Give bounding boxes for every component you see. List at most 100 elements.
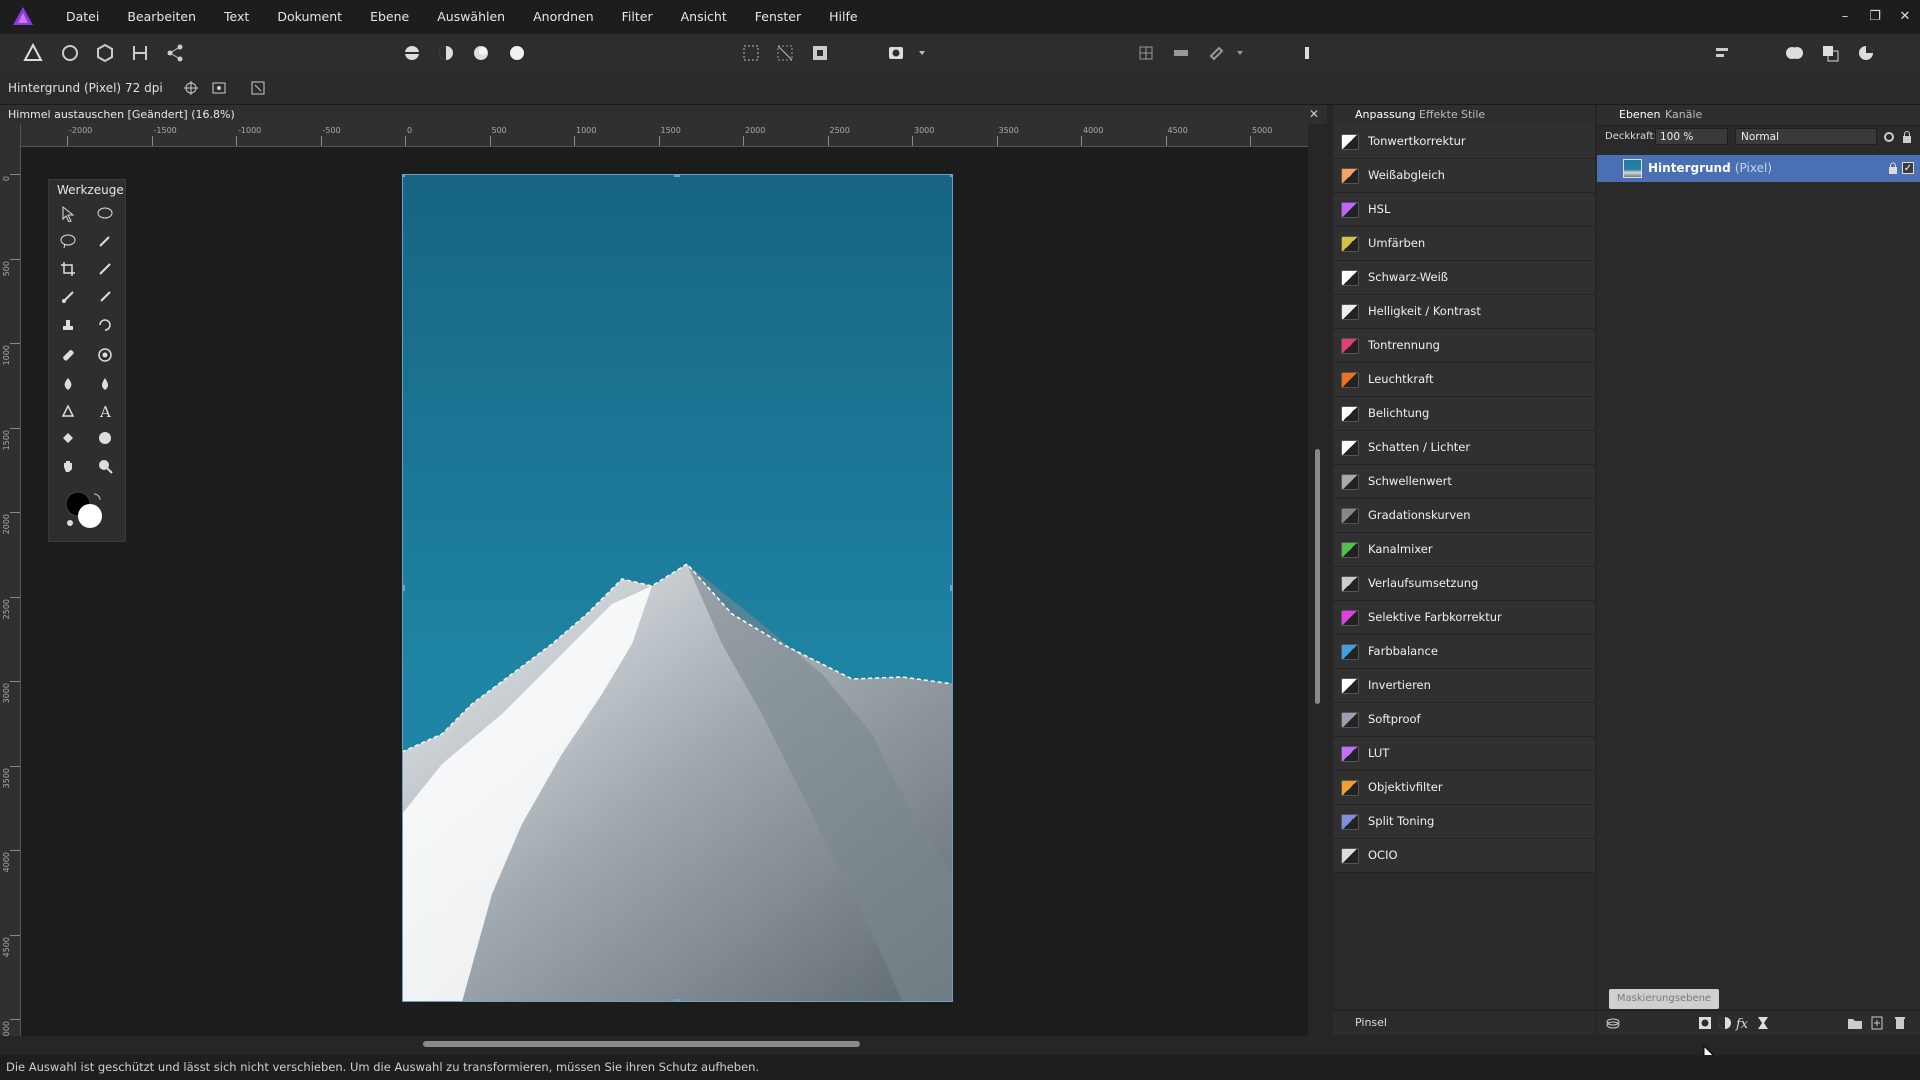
white-balance-icon[interactable] — [505, 42, 529, 64]
adjustment-item[interactable]: Invertieren — [1333, 669, 1595, 703]
adjustment-item[interactable]: Kanalmixer — [1333, 533, 1595, 567]
fill-tool-icon[interactable] — [54, 426, 82, 450]
affinity-photo-logo[interactable] — [12, 6, 34, 28]
menu-fenster[interactable]: Fenster — [741, 0, 815, 34]
blur-tool-icon[interactable] — [91, 372, 119, 396]
boolean-add-icon[interactable] — [1783, 42, 1807, 64]
healing-brush-icon[interactable] — [54, 343, 82, 367]
adjustment-item[interactable]: Farbbalance — [1333, 635, 1595, 669]
document-image[interactable] — [402, 174, 953, 1002]
zoom-tool-icon[interactable] — [91, 454, 119, 478]
delete-layer-icon[interactable] — [1892, 1015, 1908, 1031]
menu-auswählen[interactable]: Auswählen — [423, 0, 519, 34]
menu-filter[interactable]: Filter — [608, 0, 667, 34]
tab-kanaele[interactable]: Kanäle — [1665, 105, 1702, 125]
blend-mode-select[interactable]: Normal — [1735, 128, 1877, 145]
undo-brush-icon[interactable] — [91, 313, 119, 337]
tone-mapping-persona-icon[interactable] — [128, 42, 152, 64]
tab-stile[interactable]: Stile — [1461, 105, 1485, 125]
menu-ebene[interactable]: Ebene — [356, 0, 423, 34]
layer-row-hintergrund[interactable]: Hintergrund (Pixel) ✓ — [1597, 155, 1920, 182]
export-persona-icon[interactable] — [163, 42, 187, 64]
adjustment-item[interactable]: HSL — [1333, 193, 1595, 227]
liquify-persona-icon[interactable] — [58, 42, 82, 64]
vertical-scrollbar[interactable] — [1308, 124, 1327, 1036]
menu-ansicht[interactable]: Ansicht — [667, 0, 741, 34]
brightness-icon[interactable] — [469, 42, 493, 64]
contrast-icon[interactable] — [434, 42, 458, 64]
adjustment-item[interactable]: Gradationskurven — [1333, 499, 1595, 533]
new-layer-icon[interactable] — [1869, 1015, 1885, 1031]
adjustment-item[interactable]: Selektive Farbkorrektur — [1333, 601, 1595, 635]
tab-effekte[interactable]: Effekte — [1419, 105, 1458, 125]
brushes-panel-label[interactable]: Pinsel — [1355, 1011, 1387, 1035]
color-replacement-icon[interactable] — [91, 285, 119, 309]
menu-anordnen[interactable]: Anordnen — [519, 0, 608, 34]
opacity-field[interactable]: 100 % — [1655, 128, 1728, 145]
adjustment-item[interactable]: Schatten / Lichter — [1333, 431, 1595, 465]
tab-anpassung[interactable]: Anpassung — [1355, 105, 1416, 125]
color-swatches-icon[interactable] — [64, 490, 108, 530]
lock-transform-icon[interactable] — [1295, 42, 1319, 64]
adjustment-item[interactable]: Schwellenwert — [1333, 465, 1595, 499]
lock-icon[interactable] — [1900, 130, 1914, 144]
adjustment-item[interactable]: LUT — [1333, 737, 1595, 771]
photo-persona-icon[interactable] — [21, 42, 45, 64]
boolean-subtract-icon[interactable] — [1819, 42, 1843, 64]
arrange-icon[interactable] — [1710, 42, 1734, 64]
crosshair-icon[interactable] — [179, 77, 203, 99]
lasso-tool-icon[interactable] — [54, 229, 82, 253]
crop-tool-icon[interactable] — [54, 257, 82, 281]
canvas-area[interactable]: Werkzeuge A — [21, 147, 1308, 1036]
restore-button[interactable]: ❐ — [1860, 0, 1890, 34]
adjustment-item[interactable]: Split Toning — [1333, 805, 1595, 839]
adjustment-item[interactable]: Leuchtkraft — [1333, 363, 1595, 397]
pen-tool-icon[interactable] — [54, 399, 82, 423]
adjustment-layer-icon[interactable] — [1717, 1015, 1733, 1031]
assistant-icon[interactable] — [884, 42, 908, 64]
menu-dokument[interactable]: Dokument — [263, 0, 356, 34]
minimize-button[interactable]: – — [1830, 0, 1860, 34]
horizontal-scrollbar[interactable] — [0, 1036, 1327, 1052]
selection-brush-icon[interactable] — [91, 202, 119, 226]
gear-icon[interactable] — [1882, 130, 1896, 144]
snapping-magnet-icon[interactable] — [1204, 42, 1228, 64]
new-group-icon[interactable] — [1847, 1015, 1863, 1031]
move-tool-icon[interactable] — [54, 202, 82, 226]
dodge-tool-icon[interactable] — [54, 372, 82, 396]
paint-brush-icon[interactable] — [54, 285, 82, 309]
adjustment-item[interactable]: Tontrennung — [1333, 329, 1595, 363]
develop-persona-icon[interactable] — [93, 42, 117, 64]
transform-origin-icon[interactable] — [207, 77, 231, 99]
adjustment-item[interactable]: Umfärben — [1333, 227, 1595, 261]
menu-datei[interactable]: Datei — [52, 0, 113, 34]
document-tab[interactable]: Himmel austauschen [Geändert] (16.8%) ✕ — [0, 105, 1327, 125]
snapping-options-icon[interactable] — [1169, 42, 1193, 64]
text-tool-icon[interactable]: A — [91, 399, 119, 423]
flood-select-icon[interactable] — [91, 229, 119, 253]
close-button[interactable]: ✕ — [1890, 0, 1920, 34]
levels-icon[interactable] — [400, 42, 424, 64]
quick-mask-icon[interactable] — [808, 42, 832, 64]
marquee-selection-icon[interactable] — [739, 42, 763, 64]
auto-select-icon[interactable] — [246, 77, 270, 99]
adjustment-item[interactable]: Helligkeit / Kontrast — [1333, 295, 1595, 329]
snapping-dropdown-icon[interactable] — [1228, 42, 1252, 64]
adjustment-item[interactable]: Tonwertkorrektur — [1333, 125, 1595, 159]
adjustment-item[interactable]: Weißabgleich — [1333, 159, 1595, 193]
adjustment-item[interactable]: Schwarz-Weiß — [1333, 261, 1595, 295]
live-filter-icon[interactable] — [1755, 1015, 1771, 1031]
hand-tool-icon[interactable] — [54, 454, 82, 478]
layer-visibility-checkbox[interactable]: ✓ — [1902, 162, 1914, 174]
menu-bearbeiten[interactable]: Bearbeiten — [113, 0, 210, 34]
adjustment-item[interactable]: Verlaufsumsetzung — [1333, 567, 1595, 601]
tab-ebenen[interactable]: Ebenen — [1619, 105, 1660, 125]
boolean-intersect-icon[interactable] — [1855, 42, 1879, 64]
menu-hilfe[interactable]: Hilfe — [815, 0, 871, 34]
horizontal-scroll-thumb[interactable] — [423, 1041, 860, 1047]
layer-stack-icon[interactable] — [1605, 1016, 1621, 1030]
adjustment-item[interactable]: Belichtung — [1333, 397, 1595, 431]
color-picker-icon[interactable] — [91, 257, 119, 281]
invert-selection-icon[interactable] — [773, 42, 797, 64]
document-close-icon[interactable]: ✕ — [1309, 105, 1319, 124]
